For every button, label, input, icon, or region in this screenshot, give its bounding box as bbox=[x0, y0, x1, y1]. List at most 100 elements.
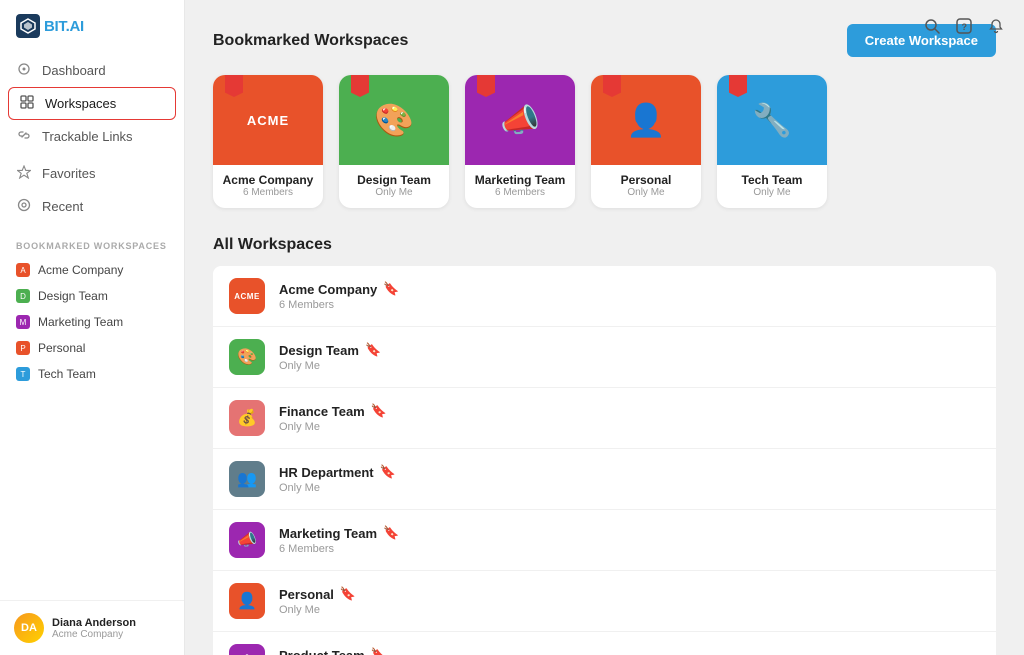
user-avatar: DA bbox=[14, 613, 44, 643]
bookmark-marketing: 🔖 bbox=[383, 525, 399, 541]
card-acme-thumb: ACME bbox=[213, 75, 323, 165]
list-item-personal[interactable]: 👤 Personal 🔖 Only Me bbox=[213, 571, 996, 632]
bookmark-design: 🔖 bbox=[365, 342, 381, 358]
sidebar-item-trackable-links-label: Trackable Links bbox=[42, 129, 133, 144]
bm-acme[interactable]: A Acme Company bbox=[0, 257, 184, 283]
list-item-acme[interactable]: ACME Acme Company 🔖 6 Members bbox=[213, 266, 996, 327]
card-tech-thumb: 🔧 bbox=[717, 75, 827, 165]
sidebar-item-favorites[interactable]: Favorites bbox=[0, 157, 184, 190]
card-marketing-icon: 📣 bbox=[500, 101, 540, 139]
recent-icon bbox=[16, 198, 32, 215]
card-acme-name: Acme Company bbox=[217, 173, 320, 187]
logo: BIT.AI bbox=[0, 0, 184, 48]
sidebar-nav: Dashboard Workspaces Trackable Links Fav… bbox=[0, 48, 184, 229]
list-name-marketing: Marketing Team 🔖 bbox=[279, 525, 980, 541]
bm-tech-dot: T bbox=[16, 367, 30, 381]
sidebar-item-dashboard[interactable]: Dashboard bbox=[0, 54, 184, 87]
card-marketing-sub: 6 Members bbox=[495, 187, 545, 198]
sidebar-item-favorites-label: Favorites bbox=[42, 166, 95, 181]
list-icon-product bbox=[229, 644, 265, 655]
bm-acme-dot: A bbox=[16, 263, 30, 277]
list-item-product[interactable]: Product Team 🔖 Only Me bbox=[213, 632, 996, 655]
card-design-bookmark bbox=[351, 75, 369, 97]
card-personal-name: Personal bbox=[615, 173, 678, 187]
sidebar-item-workspaces[interactable]: Workspaces bbox=[8, 87, 176, 120]
bookmark-personal: 🔖 bbox=[340, 586, 356, 602]
card-marketing-thumb: 📣 bbox=[465, 75, 575, 165]
bm-personal-label: Personal bbox=[38, 341, 85, 355]
list-info-finance: Finance Team 🔖 Only Me bbox=[279, 403, 980, 433]
card-personal[interactable]: 👤 Personal Only Me bbox=[591, 75, 701, 208]
bm-marketing-dot: M bbox=[16, 315, 30, 329]
svg-text:?: ? bbox=[962, 22, 968, 32]
card-tech-icon: 🔧 bbox=[752, 101, 792, 139]
favorites-icon bbox=[16, 165, 32, 182]
sidebar: BIT.AI Dashboard Workspaces Trackable Li… bbox=[0, 0, 185, 655]
list-info-personal: Personal 🔖 Only Me bbox=[279, 586, 980, 616]
list-info-product: Product Team 🔖 Only Me bbox=[279, 647, 980, 655]
bm-personal[interactable]: P Personal bbox=[0, 335, 184, 361]
card-design-sub: Only Me bbox=[375, 187, 412, 198]
workspaces-icon bbox=[19, 95, 35, 112]
bm-marketing-label: Marketing Team bbox=[38, 315, 123, 329]
list-item-marketing[interactable]: 📣 Marketing Team 🔖 6 Members bbox=[213, 510, 996, 571]
sidebar-item-dashboard-label: Dashboard bbox=[42, 63, 106, 78]
list-sub-acme: 6 Members bbox=[279, 299, 980, 311]
list-icon-marketing: 📣 bbox=[229, 522, 265, 558]
list-sub-design: Only Me bbox=[279, 360, 980, 372]
list-info-marketing: Marketing Team 🔖 6 Members bbox=[279, 525, 980, 555]
sidebar-item-trackable-links[interactable]: Trackable Links bbox=[0, 120, 184, 153]
card-acme-bookmark bbox=[225, 75, 243, 97]
bookmark-hr: 🔖 bbox=[380, 464, 396, 480]
card-personal-sub: Only Me bbox=[627, 187, 664, 198]
list-sub-personal: Only Me bbox=[279, 604, 980, 616]
list-item-design[interactable]: 🎨 Design Team 🔖 Only Me bbox=[213, 327, 996, 388]
workspace-list: ACME Acme Company 🔖 6 Members 🎨 Design T… bbox=[213, 266, 996, 655]
card-acme[interactable]: ACME Acme Company 6 Members bbox=[213, 75, 323, 208]
sidebar-item-recent[interactable]: Recent bbox=[0, 190, 184, 223]
user-info: Diana Anderson Acme Company bbox=[52, 617, 136, 640]
card-tech-bookmark bbox=[729, 75, 747, 97]
list-info-design: Design Team 🔖 Only Me bbox=[279, 342, 980, 372]
list-icon-acme: ACME bbox=[229, 278, 265, 314]
list-icon-hr: 👥 bbox=[229, 461, 265, 497]
user-name: Diana Anderson bbox=[52, 617, 136, 629]
list-icon-personal: 👤 bbox=[229, 583, 265, 619]
bookmark-acme: 🔖 bbox=[383, 281, 399, 297]
list-name-design: Design Team 🔖 bbox=[279, 342, 980, 358]
card-marketing-name: Marketing Team bbox=[469, 173, 571, 187]
card-acme-sub: 6 Members bbox=[243, 187, 293, 198]
user-company: Acme Company bbox=[52, 629, 136, 640]
bm-personal-dot: P bbox=[16, 341, 30, 355]
list-name-personal: Personal 🔖 bbox=[279, 586, 980, 602]
bookmarked-header: Bookmarked Workspaces Create Workspace bbox=[213, 24, 996, 57]
card-design[interactable]: 🎨 Design Team Only Me bbox=[339, 75, 449, 208]
bm-marketing[interactable]: M Marketing Team bbox=[0, 309, 184, 335]
card-marketing[interactable]: 📣 Marketing Team 6 Members bbox=[465, 75, 575, 208]
logo-text: BIT.AI bbox=[44, 18, 84, 35]
card-tech-sub: Only Me bbox=[753, 187, 790, 198]
search-icon[interactable] bbox=[924, 18, 940, 39]
bookmarked-section-heading: Bookmarked Workspaces bbox=[213, 32, 408, 50]
help-icon[interactable]: ? bbox=[956, 18, 972, 39]
card-acme-icon: ACME bbox=[247, 113, 289, 128]
list-item-hr[interactable]: 👥 HR Department 🔖 Only Me bbox=[213, 449, 996, 510]
card-personal-thumb: 👤 bbox=[591, 75, 701, 165]
bookmarked-workspaces-list: A Acme Company D Design Team M Marketing… bbox=[0, 257, 184, 387]
bm-design-dot: D bbox=[16, 289, 30, 303]
list-icon-finance: 💰 bbox=[229, 400, 265, 436]
card-design-name: Design Team bbox=[351, 173, 437, 187]
bell-icon[interactable] bbox=[988, 18, 1004, 39]
bookmark-product: 🔖 bbox=[371, 647, 387, 655]
card-personal-icon: 👤 bbox=[626, 101, 666, 139]
card-tech[interactable]: 🔧 Tech Team Only Me bbox=[717, 75, 827, 208]
list-name-finance: Finance Team 🔖 bbox=[279, 403, 980, 419]
bm-acme-label: Acme Company bbox=[38, 263, 123, 277]
topbar-icons: ? bbox=[924, 18, 1004, 39]
bm-design[interactable]: D Design Team bbox=[0, 283, 184, 309]
list-item-finance[interactable]: 💰 Finance Team 🔖 Only Me bbox=[213, 388, 996, 449]
list-name-acme: Acme Company 🔖 bbox=[279, 281, 980, 297]
bm-tech[interactable]: T Tech Team bbox=[0, 361, 184, 387]
list-sub-hr: Only Me bbox=[279, 482, 980, 494]
sidebar-item-recent-label: Recent bbox=[42, 199, 83, 214]
